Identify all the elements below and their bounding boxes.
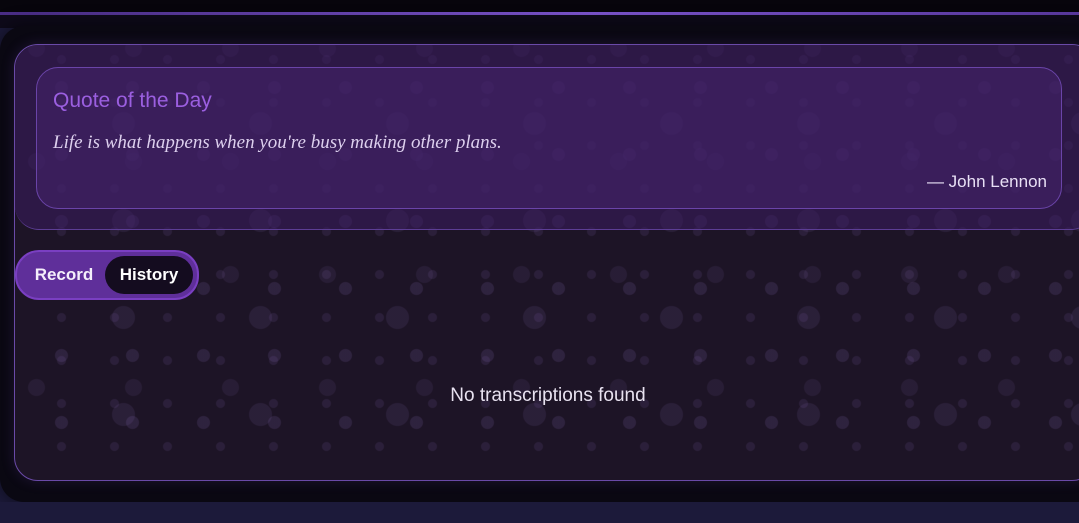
mode-tab-group: Record History (15, 250, 199, 300)
bottom-band (0, 502, 1079, 523)
main-panel: Quote of the Day Life is what happens wh… (14, 44, 1079, 481)
tab-history[interactable]: History (105, 256, 193, 294)
quote-card: Quote of the Day Life is what happens wh… (36, 67, 1062, 209)
quote-author: — John Lennon (926, 172, 1047, 191)
tab-record[interactable]: Record (23, 252, 105, 298)
quote-section: Quote of the Day Life is what happens wh… (15, 45, 1079, 230)
quote-text: Life is what happens when you're busy ma… (53, 132, 502, 153)
quote-title: Quote of the Day (53, 89, 212, 112)
empty-history-message: No transcriptions found (450, 385, 646, 406)
